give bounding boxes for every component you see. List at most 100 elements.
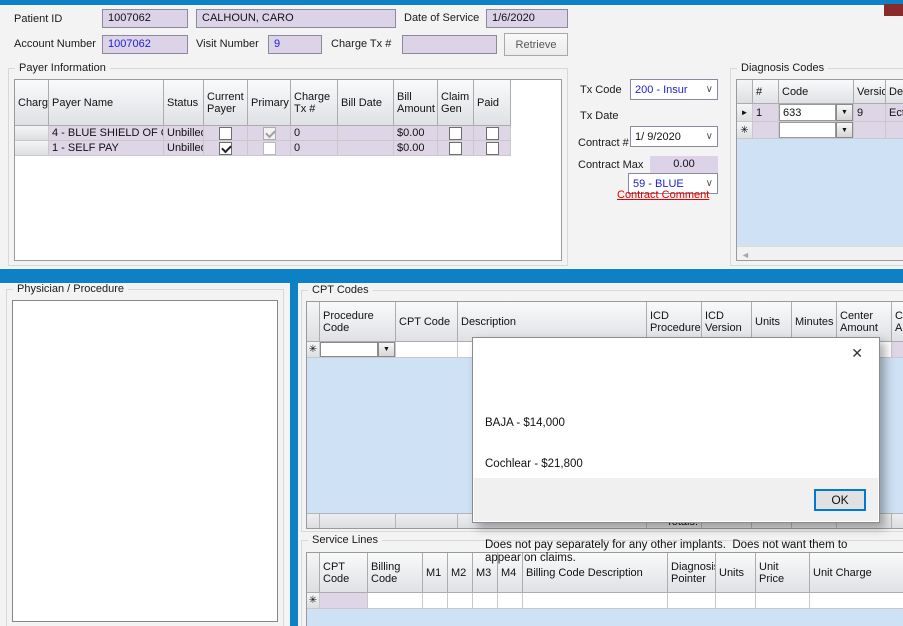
procedure-code-input[interactable] bbox=[320, 342, 378, 357]
col-cpt-code: CPT Code bbox=[396, 302, 458, 342]
charge-tx-field[interactable] bbox=[402, 35, 497, 54]
bill-amount-cell: $0.00 bbox=[394, 141, 438, 156]
procedure-code-cell[interactable]: ▼ bbox=[320, 342, 396, 358]
diagnosis-pointer-cell[interactable] bbox=[668, 593, 716, 609]
dialog-footer: OK bbox=[474, 478, 878, 521]
col-billing-code: Billing Code bbox=[368, 553, 423, 593]
horizontal-splitter-bar[interactable] bbox=[0, 269, 903, 283]
physician-procedure-list[interactable] bbox=[12, 300, 278, 622]
current-payer-checkbox[interactable] bbox=[219, 127, 232, 140]
billing-code-description-cell[interactable] bbox=[523, 593, 668, 609]
paid-cell[interactable] bbox=[474, 126, 511, 141]
col-paid: Paid bbox=[474, 80, 511, 126]
corner-marker bbox=[884, 4, 903, 16]
tx-date-value: 1/ 9/2020 bbox=[635, 131, 681, 143]
payer-row[interactable]: 1 - SELF PAY Unbilled 0 $0.00 bbox=[15, 141, 561, 156]
service-lines-new-row[interactable]: ✳ bbox=[307, 593, 903, 609]
payer-row-charge-cell[interactable] bbox=[15, 126, 49, 141]
account-number-field[interactable]: 1007062 bbox=[102, 35, 188, 54]
current-payer-cell[interactable] bbox=[204, 126, 248, 141]
dropdown-arrow-icon[interactable]: ▼ bbox=[378, 342, 395, 357]
payer-row-charge-cell[interactable] bbox=[15, 141, 49, 156]
billing-code-cell[interactable] bbox=[368, 593, 423, 609]
paid-checkbox[interactable] bbox=[486, 127, 499, 140]
payer-information-title: Payer Information bbox=[15, 62, 110, 74]
payer-grid: Charge Payer Name Status Current Payer P… bbox=[14, 79, 562, 261]
diag-code-cell[interactable]: ▼ bbox=[779, 122, 854, 139]
bill-amount-cell: $0.00 bbox=[394, 126, 438, 141]
col-status: Status bbox=[164, 80, 204, 126]
col-charge: Charge bbox=[15, 80, 49, 126]
diagnosis-grid-empty-area bbox=[737, 139, 903, 246]
col-center-amount: Center Amount bbox=[837, 302, 892, 342]
diagnosis-hscrollbar[interactable]: ◄ bbox=[737, 246, 903, 261]
unit-charge-cell[interactable] bbox=[810, 593, 903, 609]
row-selector-header bbox=[307, 553, 320, 593]
tx-code-combo[interactable]: 200 - Insur ∨ bbox=[630, 79, 718, 100]
diagnosis-new-row[interactable]: ✳ ▼ bbox=[737, 122, 903, 139]
vertical-splitter-bar[interactable] bbox=[290, 283, 298, 626]
patient-id-field[interactable]: 1007062 bbox=[102, 9, 188, 28]
units-cell[interactable] bbox=[716, 593, 756, 609]
primary-checkbox[interactable] bbox=[263, 142, 276, 155]
m1-cell[interactable] bbox=[423, 593, 448, 609]
diag-code-cell[interactable]: 633 ▼ bbox=[779, 104, 854, 122]
payer-row[interactable]: 4 - BLUE SHIELD OF CA Unbilled 0 $0.00 bbox=[15, 126, 561, 141]
col-m2: M2 bbox=[448, 553, 473, 593]
diag-num-cell bbox=[753, 122, 779, 139]
diag-code-input[interactable] bbox=[779, 122, 836, 138]
physician-procedure-group: Physician / Procedure bbox=[6, 289, 284, 626]
dropdown-arrow-icon[interactable]: ▼ bbox=[836, 104, 853, 121]
payer-name-cell: 1 - SELF PAY bbox=[49, 141, 164, 156]
unit-price-cell[interactable] bbox=[756, 593, 810, 609]
bill-date-cell bbox=[338, 126, 394, 141]
dropdown-arrow-icon[interactable]: ▼ bbox=[836, 122, 853, 138]
current-payer-cell[interactable] bbox=[204, 141, 248, 156]
claim-gen-checkbox[interactable] bbox=[449, 142, 462, 155]
service-lines-empty-area bbox=[307, 609, 903, 626]
retrieve-button[interactable]: Retrieve bbox=[504, 33, 568, 56]
visit-number-field[interactable]: 9 bbox=[268, 35, 322, 54]
diagnosis-codes-group: Diagnosis Codes # Code Version Descripti… bbox=[730, 68, 903, 266]
primary-cell[interactable] bbox=[248, 141, 291, 156]
charge-tx-label: Charge Tx # bbox=[331, 38, 391, 50]
cpt-codes-title: CPT Codes bbox=[308, 284, 373, 296]
date-of-service-field: 1/6/2020 bbox=[486, 9, 568, 28]
contract-number-value: 59 - BLUE bbox=[633, 178, 684, 190]
m4-cell[interactable] bbox=[498, 593, 523, 609]
charge-tx-cell: 0 bbox=[291, 141, 338, 156]
claim-gen-checkbox[interactable] bbox=[449, 127, 462, 140]
cpt-code-cell[interactable] bbox=[396, 342, 458, 358]
close-icon[interactable]: ✕ bbox=[851, 346, 863, 360]
new-row-asterisk-icon: ✳ bbox=[307, 593, 320, 609]
paid-checkbox[interactable] bbox=[486, 142, 499, 155]
tx-code-value: 200 - Insur bbox=[635, 84, 688, 96]
diagnosis-grid-header: # Code Version Description bbox=[737, 80, 903, 104]
dialog-line: Does not pay separately for any other im… bbox=[485, 539, 873, 566]
m3-cell[interactable] bbox=[473, 593, 498, 609]
m2-cell[interactable] bbox=[448, 593, 473, 609]
ok-button[interactable]: OK bbox=[814, 489, 866, 511]
dialog-line: BAJA - $14,000 bbox=[485, 417, 873, 431]
scroll-left-icon[interactable]: ◄ bbox=[737, 250, 750, 260]
col-description: Description bbox=[458, 302, 647, 342]
current-payer-checkbox[interactable] bbox=[219, 142, 232, 155]
patient-id-label: Patient ID bbox=[14, 13, 62, 25]
diag-code-value[interactable]: 633 bbox=[779, 104, 836, 121]
diagnosis-row[interactable]: ► 1 633 ▼ 9 Ectopic Pregnancy bbox=[737, 104, 903, 122]
chevron-down-icon: ∨ bbox=[706, 85, 713, 95]
chevron-down-icon: ∨ bbox=[706, 132, 713, 142]
paid-cell[interactable] bbox=[474, 141, 511, 156]
col-bill-amount: Bill Amount bbox=[394, 80, 438, 126]
service-lines-title: Service Lines bbox=[308, 534, 382, 546]
claim-gen-cell[interactable] bbox=[438, 126, 474, 141]
tx-code-label: Tx Code bbox=[580, 84, 622, 96]
claim-gen-cell[interactable] bbox=[438, 141, 474, 156]
tx-date-combo[interactable]: 1/ 9/2020 ∨ bbox=[630, 126, 718, 147]
top-accent-bar bbox=[0, 0, 903, 5]
contract-comment-dialog: ✕ BAJA - $14,000 Cochlear - $21,800 Neur… bbox=[472, 337, 880, 523]
contract-comment-link[interactable]: Contract Comment bbox=[617, 189, 709, 201]
charge-amount-cell[interactable] bbox=[892, 342, 903, 358]
cpt-code-cell[interactable] bbox=[320, 593, 368, 609]
col-claim-gen: Claim Gen bbox=[438, 80, 474, 126]
